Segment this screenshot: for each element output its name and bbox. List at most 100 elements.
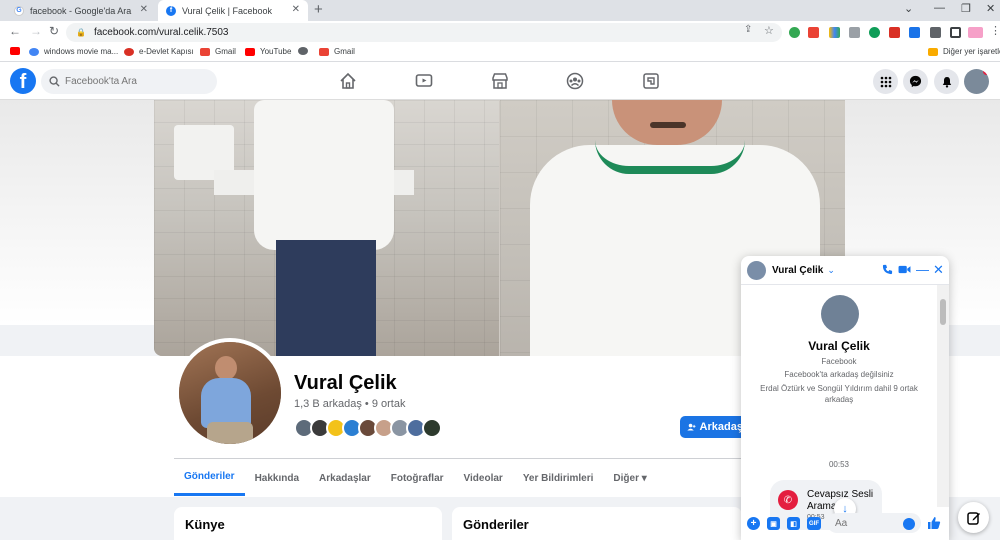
gaming-icon[interactable] — [642, 72, 660, 90]
bookmark-label: Gmail — [215, 47, 236, 56]
tab-friends[interactable]: Arkadaşlar — [309, 460, 381, 496]
search-icon — [49, 76, 60, 87]
add-friend-label: Arkadaşı — [699, 421, 746, 433]
extension-check-icon[interactable] — [789, 27, 800, 38]
tab-about[interactable]: Hakkında — [245, 460, 309, 496]
new-tab-button[interactable]: + — [314, 1, 323, 18]
menu-dots-icon[interactable]: ⋮ — [990, 24, 1000, 37]
groups-icon[interactable] — [566, 72, 584, 90]
watch-video-icon[interactable] — [415, 72, 433, 90]
compose-icon — [966, 511, 980, 525]
gif-icon[interactable]: GIF — [807, 517, 821, 530]
minimize-chat-icon[interactable]: — — [916, 262, 929, 277]
chat-not-friends: Facebook'ta arkadaş değilsiniz — [784, 370, 894, 379]
chat-contact-avatar[interactable] — [821, 295, 859, 333]
address-bar[interactable]: 🔒 facebook.com/vural.celik.7503 — [66, 23, 782, 42]
home-icon[interactable] — [339, 72, 357, 90]
reload-icon[interactable]: ↻ — [49, 24, 59, 38]
intro-card-title: Künye — [185, 517, 225, 532]
minimize-button[interactable]: — — [934, 2, 945, 14]
close-tab-icon[interactable]: ✕ — [140, 4, 148, 15]
phone-icon[interactable] — [882, 264, 893, 275]
facebook-search-box[interactable] — [41, 69, 217, 94]
extension-pdf-icon[interactable] — [889, 27, 900, 38]
bookmark-youtube-app[interactable] — [10, 47, 25, 55]
messenger-button[interactable] — [903, 69, 928, 94]
browser-toolbar: ← → ↻ 🔒 facebook.com/vural.celik.7503 ⇪ … — [0, 21, 1000, 44]
bookmark-label: windows movie ma... — [44, 47, 119, 56]
tab-more[interactable]: Diğer ▾ — [603, 460, 656, 496]
messenger-chat-window: Vural Çelik ⌄ — ✕ Vural Çelik Facebook F… — [741, 256, 949, 540]
bookmark-item[interactable]: windows movie ma... — [29, 47, 118, 56]
bookmark-item[interactable]: e-Devlet Kapısı — [124, 47, 194, 56]
back-icon[interactable]: ← — [9, 24, 21, 38]
tab-search-icon[interactable]: ⌄ — [904, 2, 913, 15]
lock-icon: 🔒 — [76, 28, 86, 37]
gmail-icon — [200, 47, 210, 56]
search-input[interactable] — [65, 76, 205, 87]
friends-count[interactable]: 1,3 B arkadaş • 9 ortak — [294, 398, 405, 410]
chat-platform: Facebook — [821, 357, 857, 366]
bookmark-item[interactable]: Gmail — [319, 47, 355, 56]
friend-avatar[interactable] — [422, 418, 442, 438]
mustache — [650, 122, 686, 128]
close-tab-icon[interactable]: ✕ — [292, 4, 300, 15]
browser-tab-google[interactable]: G facebook - Google'da Ara ✕ — [6, 0, 156, 21]
logo-letter: f — [19, 71, 27, 93]
posts-card: Gönderiler — [452, 507, 742, 540]
extension-green-icon[interactable] — [869, 27, 880, 38]
profile-chip-icon[interactable] — [968, 27, 983, 38]
intro-card: Künye — [174, 507, 442, 540]
folder-icon — [928, 47, 938, 56]
person-head — [215, 356, 237, 380]
extension-blue-icon[interactable] — [909, 27, 920, 38]
bookmark-label: YouTube — [260, 47, 292, 56]
tab-videos[interactable]: Videolar — [454, 460, 513, 496]
globe-icon — [29, 47, 39, 56]
chat-scrollbar[interactable] — [937, 285, 949, 507]
tab-photos[interactable]: Fotoğraflar — [381, 460, 454, 496]
like-icon[interactable] — [927, 516, 941, 530]
sidepanel-icon[interactable] — [950, 27, 961, 38]
gmail-icon — [319, 47, 329, 56]
sticker-icon[interactable]: ◧ — [787, 517, 800, 530]
add-friend-button[interactable]: Arkadaşı — [680, 416, 746, 438]
forward-icon[interactable]: → — [30, 24, 42, 38]
chat-messages: Vural Çelik Facebook Facebook'ta arkadaş… — [741, 285, 937, 530]
extensions-puzzle-icon[interactable] — [930, 27, 941, 38]
bookmark-star-icon[interactable]: ☆ — [764, 24, 774, 37]
account-avatar[interactable] — [964, 69, 989, 94]
chat-contact-name: Vural Çelik — [808, 339, 870, 353]
trousers — [207, 422, 253, 444]
chat-header[interactable]: Vural Çelik ⌄ — ✕ — [741, 256, 949, 285]
close-chat-icon[interactable]: ✕ — [933, 262, 944, 278]
extension-color-icon[interactable] — [829, 27, 840, 38]
share-icon[interactable]: ⇪ — [744, 24, 752, 35]
profile-tabs: Gönderiler Hakkında Arkadaşlar Fotoğrafl… — [174, 460, 657, 496]
photo-icon[interactable]: ▣ — [767, 517, 780, 530]
plus-icon[interactable]: + — [747, 517, 760, 530]
notifications-button[interactable] — [934, 69, 959, 94]
chat-mutual-friends: Erdal Öztürk ve Songül Yıldırım dahil 9 … — [760, 384, 918, 404]
other-bookmarks[interactable]: Diğer yer işaretle — [928, 47, 1000, 56]
extension-grey-icon[interactable] — [849, 27, 860, 38]
tab-posts[interactable]: Gönderiler — [174, 460, 245, 496]
close-window-button[interactable]: ✕ — [986, 2, 995, 15]
facebook-logo[interactable]: f — [10, 68, 36, 94]
restore-button[interactable]: ❐ — [961, 2, 971, 15]
bookmark-item[interactable]: YouTube — [245, 47, 291, 56]
scroll-thumb[interactable] — [940, 299, 946, 325]
browser-tab-facebook[interactable]: f Vural Çelik | Facebook ✕ — [158, 0, 308, 21]
bookmark-item[interactable]: Gmail — [200, 47, 236, 56]
tab-checkins[interactable]: Yer Bildirimleri — [513, 460, 604, 496]
profile-picture[interactable] — [175, 338, 285, 448]
bookmark-globe[interactable] — [298, 47, 313, 55]
extension-red-icon[interactable] — [808, 27, 819, 38]
video-call-icon[interactable] — [898, 264, 911, 275]
chevron-down-icon[interactable]: ⌄ — [827, 265, 835, 276]
notification-dot — [983, 69, 989, 75]
emoji-icon[interactable] — [903, 518, 915, 530]
new-message-button[interactable] — [958, 502, 989, 533]
menu-grid-button[interactable] — [873, 69, 898, 94]
marketplace-icon[interactable] — [491, 72, 509, 90]
